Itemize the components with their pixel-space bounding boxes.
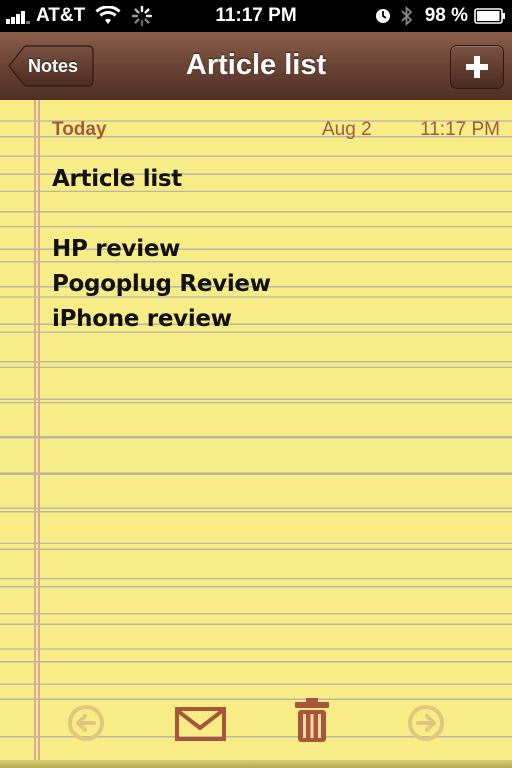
next-note-button[interactable]	[394, 690, 458, 756]
mail-icon	[175, 707, 226, 741]
plus-icon	[466, 56, 488, 78]
bluetooth-icon	[401, 6, 412, 26]
margin-lines	[34, 100, 40, 768]
note-toolbar	[0, 690, 512, 760]
note-line: HP review	[52, 236, 181, 262]
note-line: iPhone review	[52, 306, 232, 332]
note-date: Aug 2	[322, 119, 372, 140]
alarm-clock-icon	[375, 9, 390, 23]
note-day: Today	[52, 119, 107, 140]
navigation-bar: Notes Article list	[0, 32, 512, 101]
email-note-button[interactable]	[168, 690, 232, 756]
note-header: Today Aug 2 11:17 PM	[52, 119, 500, 143]
previous-arrow-icon	[68, 705, 104, 741]
note-line: Pogoplug Review	[52, 271, 271, 297]
note-line: Article list	[52, 166, 182, 192]
note-paper[interactable]: Today Aug 2 11:17 PM Article list HP rev…	[0, 100, 512, 768]
previous-note-button[interactable]	[54, 690, 118, 756]
paper-bottom-edge	[0, 760, 512, 768]
delete-note-button[interactable]	[280, 690, 344, 756]
note-time: 11:17 PM	[420, 119, 500, 140]
status-bar: AT&T 11:17 PM 98 %	[0, 0, 512, 32]
trash-icon	[295, 698, 329, 742]
notes-app-screen: AT&T 11:17 PM 98 % Notes Article list To…	[0, 0, 512, 768]
status-right: 98 %	[375, 5, 506, 27]
battery-icon	[474, 8, 505, 24]
next-arrow-icon	[408, 705, 444, 741]
battery-percent: 98 %	[424, 5, 468, 26]
add-note-button[interactable]	[450, 45, 504, 89]
page-title: Article list	[185, 49, 327, 81]
ruled-lines	[0, 120, 512, 685]
